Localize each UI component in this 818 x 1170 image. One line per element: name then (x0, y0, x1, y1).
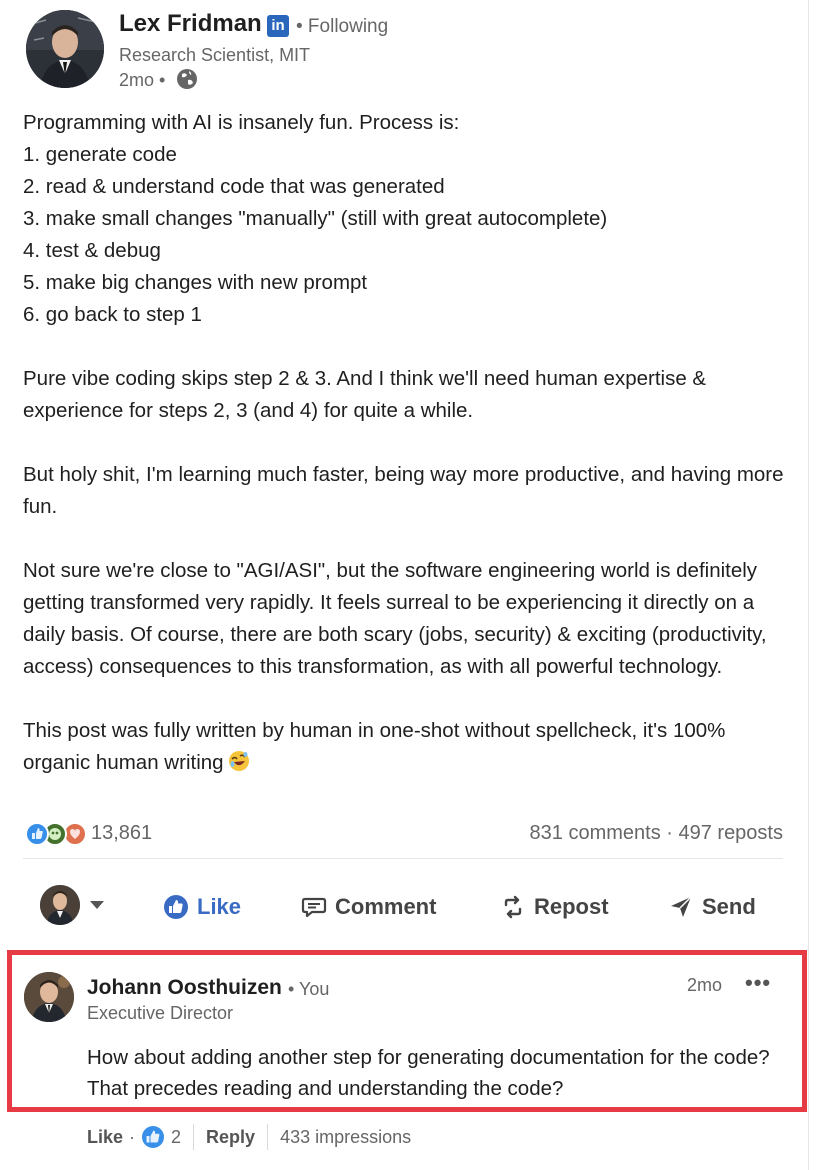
send-button[interactable]: Send (668, 890, 756, 924)
impressions-count[interactable]: 433 impressions (280, 1127, 411, 1148)
like-button[interactable]: Like (163, 890, 241, 924)
post-step: 3. make small changes "manually" (still … (23, 207, 608, 230)
following-status: • Following (296, 16, 389, 37)
repost-label: Repost (534, 894, 609, 919)
author-avatar[interactable] (26, 10, 104, 88)
like-reaction-icon[interactable] (141, 1125, 165, 1149)
divider (193, 1124, 195, 1150)
more-options-icon[interactable]: ••• (745, 970, 771, 996)
reaction-count[interactable]: 13,861 (91, 822, 152, 845)
send-label: Send (702, 894, 756, 919)
send-icon (671, 896, 692, 917)
commenter-avatar[interactable] (24, 972, 74, 1022)
commenter-name[interactable]: Johann Oosthuizen (87, 976, 282, 1000)
post-step: 1. generate code (23, 143, 177, 166)
comment-icon (301, 897, 327, 918)
post-step: 2. read & understand code that was gener… (23, 175, 445, 198)
post-step: 5. make big changes with new prompt (23, 271, 368, 294)
post-step: 4. test & debug (23, 239, 161, 262)
you-label: • You (288, 979, 330, 999)
reply-button[interactable]: Reply (206, 1127, 255, 1148)
post-timestamp: 2mo • (119, 70, 166, 90)
actor-avatar[interactable] (40, 885, 80, 925)
separator-dot: · (129, 1126, 136, 1147)
thumbs-up-icon (164, 895, 188, 919)
chevron-down-icon[interactable] (90, 901, 104, 909)
comment-actions: Like · 2 Reply 433 impressions (87, 1124, 411, 1150)
commenter-headline: Executive Director (87, 1003, 234, 1023)
reaction-icons[interactable] (24, 821, 88, 847)
feed-right-border (808, 0, 809, 1170)
post-paragraph-steps: Programming with AI is insanely fun. Pro… (23, 107, 793, 331)
author-name[interactable]: Lex Fridman (119, 10, 262, 38)
comment-label: Comment (335, 894, 437, 919)
post-body: Programming with AI is insanely fun. Pro… (23, 107, 793, 779)
comments-reposts-count[interactable]: 831 comments · 497 reposts (530, 822, 783, 845)
post-paragraph: Not sure we're close to "AGI/ASI", but t… (23, 559, 767, 678)
like-label: Like (197, 894, 242, 919)
divider (267, 1124, 269, 1150)
comment-text: How about adding another step for genera… (87, 1046, 770, 1100)
globe-icon (177, 69, 197, 89)
comment-button[interactable]: Comment (301, 890, 436, 924)
post-intro: Programming with AI is insanely fun. Pro… (23, 111, 460, 134)
post-step: 6. go back to step 1 (23, 303, 202, 326)
repost-button[interactable]: Repost (500, 890, 609, 924)
comment-like-count[interactable]: 2 (171, 1127, 181, 1148)
post-closing-text: This post was fully written by human in … (23, 719, 726, 774)
linkedin-premium-icon: in (267, 15, 289, 37)
divider (23, 858, 783, 859)
comment-like-button[interactable]: Like (87, 1127, 123, 1148)
post-paragraph: Pure vibe coding skips step 2 & 3. And I… (23, 367, 707, 422)
post-paragraph-last: This post was fully written by human in … (23, 715, 793, 779)
rofl-emoji-icon (228, 751, 249, 771)
comment-timestamp: 2mo (687, 975, 723, 995)
repost-icon (504, 895, 522, 919)
post-paragraph: But holy shit, I'm learning much faster,… (23, 463, 784, 518)
author-headline: Research Scientist, MIT (119, 45, 311, 65)
